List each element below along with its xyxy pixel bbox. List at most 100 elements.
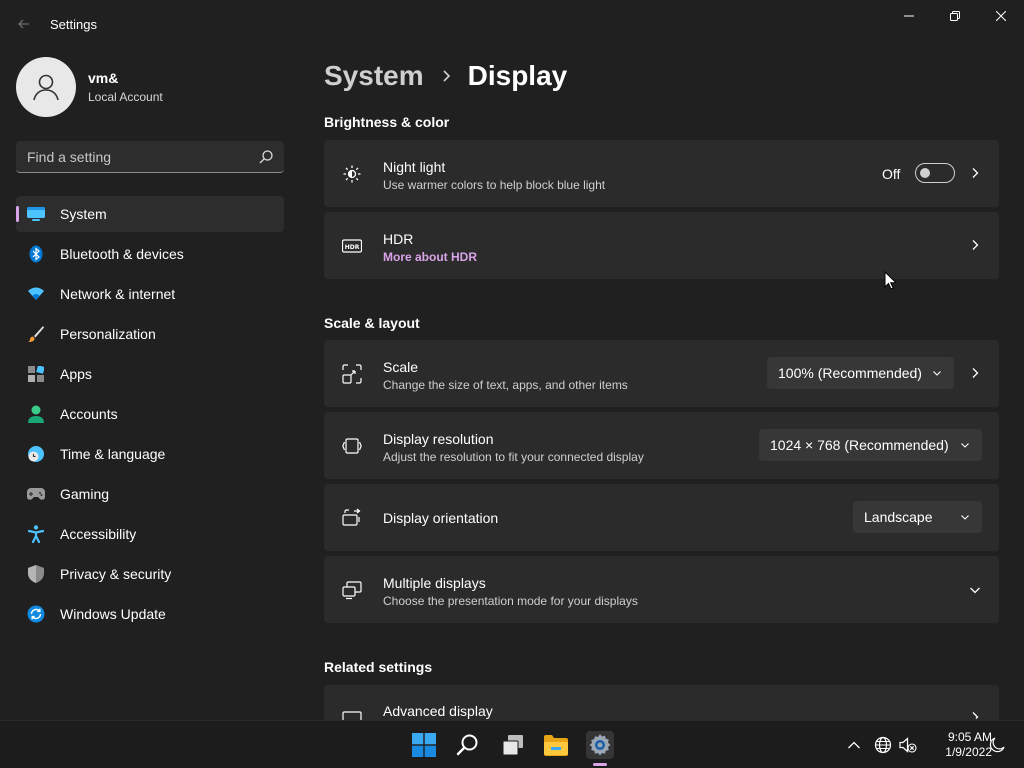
sidebar-item-label: Time & language <box>60 446 166 462</box>
multiple-displays-description: Choose the presentation mode for your di… <box>383 594 638 608</box>
bluetooth-icon <box>27 245 45 263</box>
minimize-icon <box>904 15 914 17</box>
restore-button[interactable] <box>932 0 978 32</box>
night-light-state: Off <box>882 166 901 182</box>
restore-icon <box>950 11 960 21</box>
advanced-display-card[interactable]: Advanced display <box>324 685 999 725</box>
sidebar-item-system[interactable]: System <box>16 196 284 232</box>
search-taskbar-button[interactable] <box>454 731 482 759</box>
night-light-icon <box>343 165 361 183</box>
taskbar: 9:05 AM 1/9/2022 <box>0 720 1024 768</box>
clock[interactable]: 9:05 AM 1/9/2022 <box>922 730 992 760</box>
night-light-card[interactable]: Night light Use warmer colors to help bl… <box>324 140 999 207</box>
active-app-indicator <box>593 763 607 766</box>
settings-taskbar-button[interactable] <box>586 731 614 759</box>
night-light-description: Use warmer colors to help block blue lig… <box>383 178 606 192</box>
chevron-down-icon[interactable] <box>969 584 981 596</box>
sidebar-item-time-language[interactable]: Time & language <box>16 436 284 472</box>
advanced-display-title: Advanced display <box>383 703 493 719</box>
sidebar-item-accessibility[interactable]: Accessibility <box>16 516 284 552</box>
search-input[interactable] <box>27 148 247 165</box>
sidebar-item-gaming[interactable]: Gaming <box>16 476 284 512</box>
sidebar-item-personalization[interactable]: Personalization <box>16 316 284 352</box>
display-resolution-card: Display resolution Adjust the resolution… <box>324 412 999 479</box>
svg-text:HDR: HDR <box>345 244 360 251</box>
hdr-link[interactable]: More about HDR <box>383 250 477 264</box>
back-button[interactable] <box>12 12 36 36</box>
chevron-up-icon <box>848 741 860 749</box>
sidebar-item-privacy[interactable]: Privacy & security <box>16 556 284 592</box>
globe-icon <box>874 736 892 754</box>
night-light-toggle[interactable] <box>915 163 955 183</box>
profile-account-type: Local Account <box>88 90 163 104</box>
orientation-dropdown-value: Landscape <box>864 509 933 525</box>
sidebar-item-windows-update[interactable]: Windows Update <box>16 596 284 632</box>
avatar <box>16 57 76 117</box>
display-orientation-card: Display orientation Landscape <box>324 484 999 551</box>
shield-icon <box>27 565 45 583</box>
sidebar-item-label: Privacy & security <box>60 566 172 582</box>
section-title-brightness: Brightness & color <box>324 114 450 130</box>
volume-tray-button[interactable] <box>899 736 917 754</box>
breadcrumb-parent[interactable]: System <box>324 60 424 92</box>
chevron-right-icon <box>443 70 450 82</box>
brush-icon <box>27 325 45 343</box>
user-profile[interactable]: vm& Local Account <box>16 57 163 117</box>
task-view-icon <box>502 735 523 756</box>
chevron-right-icon[interactable] <box>969 711 981 720</box>
chevron-right-icon[interactable] <box>969 239 981 251</box>
resolution-description: Adjust the resolution to fit your connec… <box>383 450 644 464</box>
focus-assist-button[interactable] <box>988 736 1006 754</box>
task-view-button[interactable] <box>499 731 527 759</box>
search-box[interactable] <box>16 141 284 173</box>
multiple-displays-card[interactable]: Multiple displays Choose the presentatio… <box>324 556 999 623</box>
sidebar-nav: System Bluetooth & devices Network & int… <box>16 196 284 636</box>
show-hidden-icons-button[interactable] <box>845 736 863 754</box>
sidebar-item-network[interactable]: Network & internet <box>16 276 284 312</box>
profile-name: vm& <box>88 70 119 86</box>
speaker-muted-icon <box>899 737 917 753</box>
title-bar: Settings <box>0 0 1024 48</box>
sidebar-item-label: Personalization <box>60 326 156 342</box>
file-explorer-button[interactable] <box>542 731 570 759</box>
hdr-title: HDR <box>383 231 414 247</box>
night-light-title: Night light <box>383 159 446 175</box>
orientation-title: Display orientation <box>383 510 499 526</box>
search-icon[interactable] <box>258 149 274 165</box>
wifi-icon <box>27 285 45 303</box>
multiple-displays-icon <box>342 581 362 600</box>
scale-dropdown[interactable]: 100% (Recommended) <box>767 357 954 389</box>
scale-card[interactable]: Scale Change the size of text, apps, and… <box>324 340 999 407</box>
sidebar-item-bluetooth[interactable]: Bluetooth & devices <box>16 236 284 272</box>
close-icon <box>996 11 1006 21</box>
network-tray-button[interactable] <box>874 736 892 754</box>
orientation-dropdown[interactable]: Landscape <box>853 501 982 533</box>
sidebar-item-label: Accessibility <box>60 526 137 542</box>
chevron-down-icon <box>961 515 969 520</box>
resolution-dropdown[interactable]: 1024 × 768 (Recommended) <box>759 429 982 461</box>
resolution-title: Display resolution <box>383 431 494 447</box>
sidebar-item-label: Windows Update <box>60 606 166 622</box>
hdr-card[interactable]: HDR HDR More about HDR <box>324 212 999 279</box>
monitor-icon <box>27 205 45 223</box>
minimize-button[interactable] <box>886 0 932 32</box>
start-button[interactable] <box>410 731 438 759</box>
chevron-down-icon <box>961 443 969 448</box>
mouse-cursor-icon <box>884 271 896 290</box>
apps-icon <box>27 365 45 383</box>
accessibility-icon <box>27 525 45 543</box>
search-icon <box>456 734 478 756</box>
windows-logo-icon <box>412 733 436 757</box>
sidebar-item-accounts[interactable]: Accounts <box>16 396 284 432</box>
sidebar-item-label: Bluetooth & devices <box>60 246 184 262</box>
chevron-right-icon[interactable] <box>969 167 981 179</box>
scale-title: Scale <box>383 359 419 375</box>
chevron-right-icon[interactable] <box>969 367 981 379</box>
close-button[interactable] <box>978 0 1024 32</box>
sidebar-item-apps[interactable]: Apps <box>16 356 284 392</box>
clock-time: 9:05 AM <box>947 730 992 744</box>
sidebar-item-label: Accounts <box>60 406 118 422</box>
scale-icon <box>342 364 362 384</box>
person-icon <box>27 405 45 423</box>
sidebar-item-label: System <box>60 206 107 222</box>
